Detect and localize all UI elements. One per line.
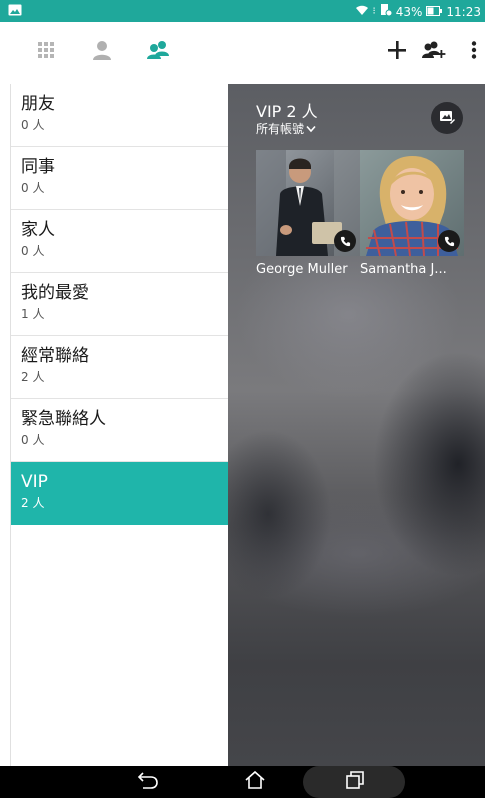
- vip-contact-card[interactable]: George Muller: [256, 150, 360, 277]
- contact-photo: [360, 150, 464, 256]
- recents-button[interactable]: [340, 770, 370, 794]
- tab-groups[interactable]: [140, 34, 176, 70]
- group-item-vip[interactable]: VIP 2 人: [11, 462, 229, 525]
- back-button[interactable]: [133, 770, 163, 794]
- group-name: VIP: [21, 472, 48, 492]
- group-title: VIP 2 人: [256, 102, 318, 121]
- chevron-down-icon: [306, 122, 316, 136]
- tab-contacts[interactable]: [84, 34, 120, 70]
- add-contact-button[interactable]: [379, 34, 415, 70]
- more-vert-icon: [471, 41, 477, 63]
- group-name: 緊急聯絡人: [21, 409, 106, 429]
- group-count: 0 人: [21, 118, 45, 132]
- recents-icon: [345, 771, 365, 793]
- group-count: 1 人: [21, 307, 45, 321]
- home-button[interactable]: [240, 770, 270, 794]
- person-icon: [92, 40, 112, 64]
- gallery-notification-icon: [8, 4, 22, 16]
- home-icon: [244, 770, 266, 794]
- clock: 11:23: [446, 4, 481, 19]
- group-name: 家人: [21, 220, 55, 240]
- contact-name: Samantha J...: [360, 262, 447, 277]
- group-item-frequent[interactable]: 經常聯絡 2 人: [11, 336, 229, 399]
- group-name: 朋友: [21, 94, 55, 114]
- group-item-family[interactable]: 家人 0 人: [11, 210, 229, 273]
- edit-group-button[interactable]: [431, 102, 463, 134]
- group-count: 0 人: [21, 433, 45, 447]
- phone-icon: [340, 232, 351, 251]
- add-icon: [388, 41, 406, 63]
- vip-contact-card[interactable]: Samantha J...: [360, 150, 464, 277]
- account-filter-label: 所有帳號: [256, 122, 305, 136]
- contact-name: George Muller: [256, 262, 348, 277]
- call-button[interactable]: [334, 230, 356, 252]
- add-group-icon: [422, 41, 446, 63]
- grid-icon: [38, 42, 54, 62]
- back-icon: [137, 771, 159, 793]
- contact-photo: [256, 150, 360, 256]
- phone-icon: [444, 232, 455, 251]
- app-toolbar: [0, 22, 485, 84]
- battery-saver-icon: [380, 3, 393, 20]
- battery-percent: 43%: [395, 4, 423, 19]
- group-count: 2 人: [21, 496, 45, 510]
- group-name: 同事: [21, 157, 55, 177]
- more-options-button[interactable]: [456, 34, 485, 70]
- tab-dialer[interactable]: [28, 34, 64, 70]
- group-item-emergency[interactable]: 緊急聯絡人 0 人: [11, 399, 229, 462]
- wifi-icon: [355, 4, 369, 19]
- group-item-coworkers[interactable]: 同事 0 人: [11, 147, 229, 210]
- group-name: 經常聯絡: [21, 346, 89, 366]
- group-count: 0 人: [21, 181, 45, 195]
- group-count: 2 人: [21, 370, 45, 384]
- edit-image-icon: [439, 109, 455, 128]
- group-detail-panel: VIP 2 人 所有帳號 George Muller Samantha J...: [228, 84, 485, 766]
- group-item-favorites[interactable]: 我的最愛 1 人: [11, 273, 229, 336]
- groups-icon: [145, 40, 171, 64]
- add-group-button[interactable]: [416, 34, 452, 70]
- battery-icon: [426, 5, 443, 19]
- call-button[interactable]: [438, 230, 460, 252]
- sim-icon: ⁝: [372, 6, 376, 17]
- system-nav-bar: [0, 766, 485, 798]
- group-count: 0 人: [21, 244, 45, 258]
- group-item-friends[interactable]: 朋友 0 人: [11, 84, 229, 147]
- account-filter-dropdown[interactable]: 所有帳號: [256, 120, 316, 137]
- group-list: 朋友 0 人 同事 0 人 家人 0 人 我的最愛 1 人 經常聯絡 2 人 緊…: [10, 84, 229, 766]
- status-bar: ⁝ 43% 11:23: [0, 0, 485, 22]
- group-name: 我的最愛: [21, 283, 89, 303]
